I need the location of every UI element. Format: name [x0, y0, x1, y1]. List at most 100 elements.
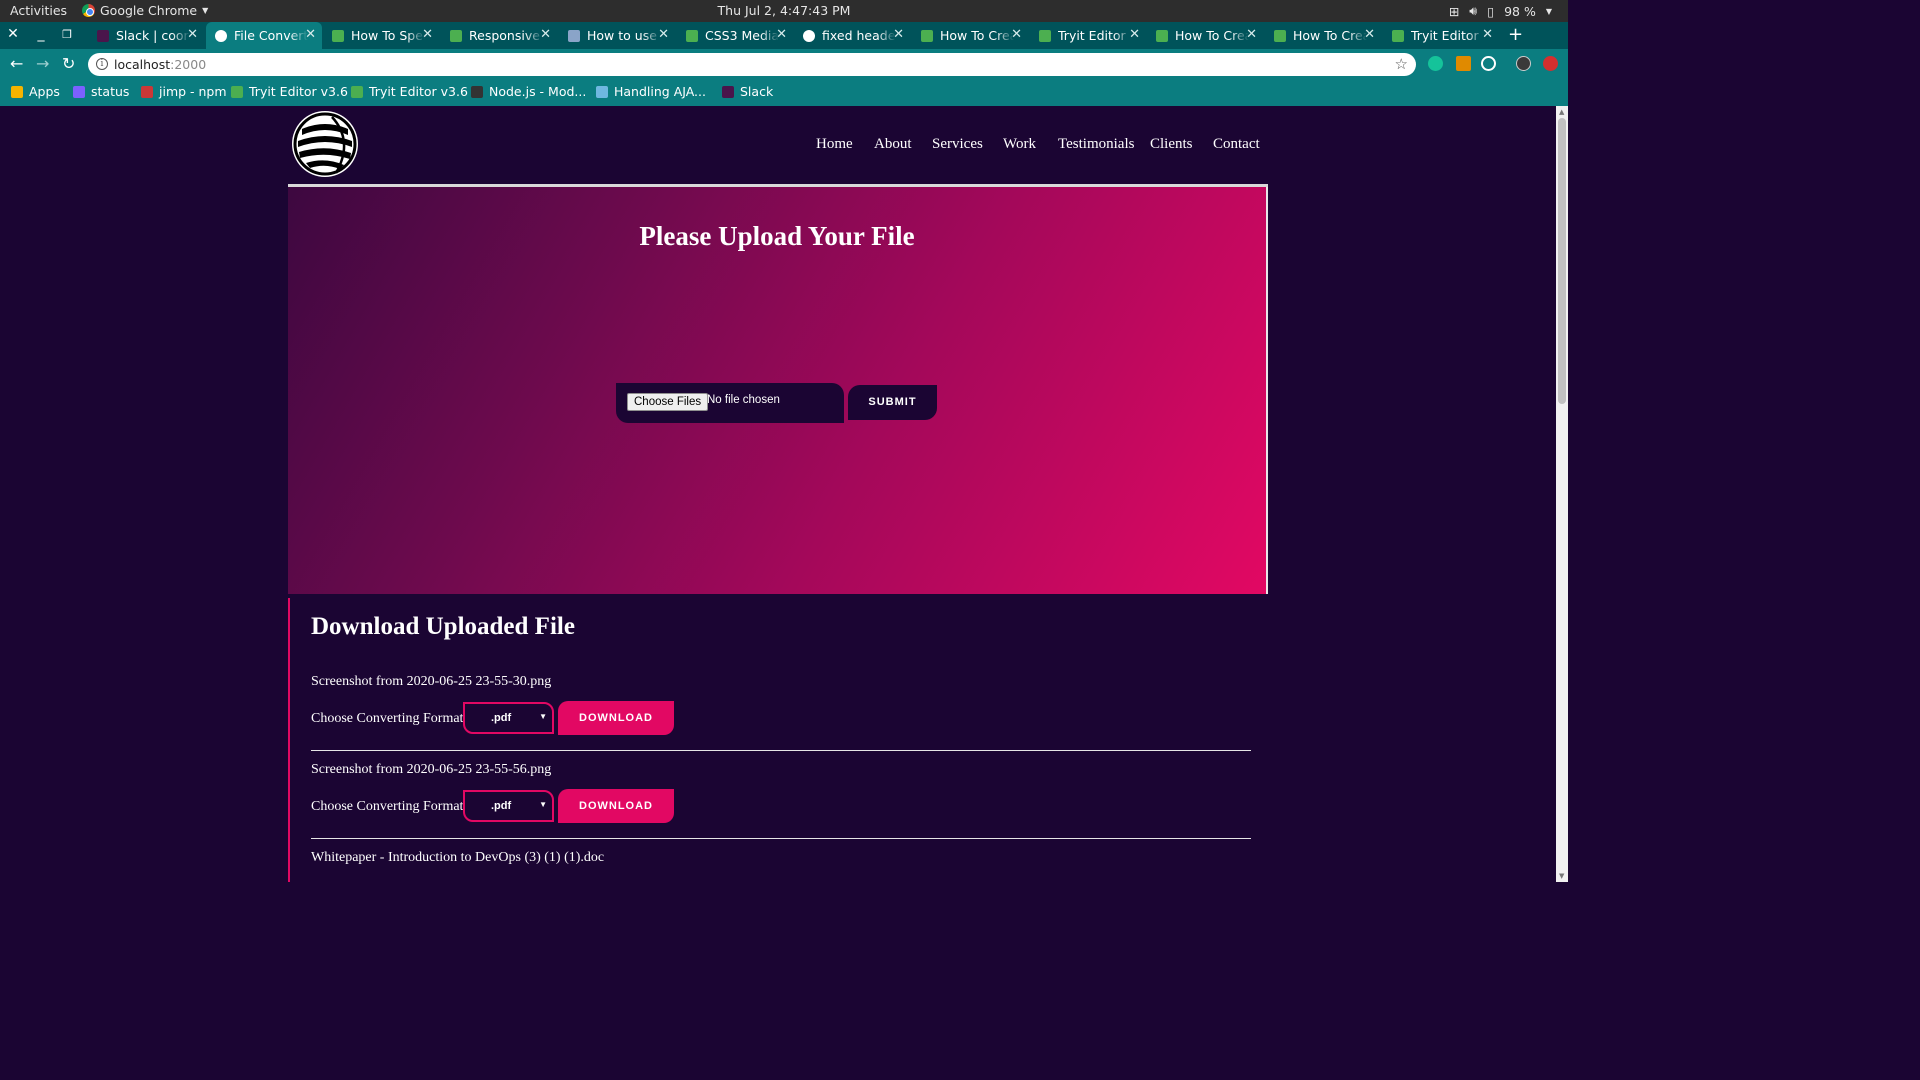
scroll-down-icon[interactable]: ▼ — [1559, 872, 1564, 880]
browser-tab[interactable]: Slack | coord ✕ — [88, 22, 204, 49]
browser-tab[interactable]: Tryit Editor ✕ — [1030, 22, 1146, 49]
new-tab-button[interactable]: + — [1508, 24, 1523, 45]
close-window-icon[interactable]: ✕ — [4, 26, 22, 42]
tab-title: How to use — [587, 28, 657, 43]
battery-level: 98 % — [1504, 3, 1536, 19]
file-input[interactable]: Choose Files No file chosen — [616, 383, 844, 423]
tab-title: Tryit Editor — [1058, 28, 1126, 43]
close-tab-icon[interactable]: ✕ — [1482, 27, 1493, 42]
w3schools-icon — [1274, 29, 1286, 42]
tab-strip: ✕ _ ❐ Slack | coord✕File Converter✕How T… — [0, 22, 1568, 49]
w3schools-icon — [1156, 29, 1168, 42]
bookmark-item[interactable]: Tryit Editor v3.6 — [231, 84, 348, 99]
extension-red-icon[interactable] — [1543, 56, 1558, 71]
activities-button[interactable]: Activities — [10, 3, 67, 18]
reload-icon[interactable]: ↻ — [62, 54, 75, 73]
system-tray[interactable]: ⊞ 🔊︎ ▯ 98 % ▼ — [1449, 3, 1552, 19]
scroll-up-icon[interactable]: ▲ — [1559, 108, 1564, 116]
close-tab-icon[interactable]: ✕ — [776, 27, 787, 42]
download-button[interactable]: DOWNLOAD — [558, 701, 674, 735]
bookmark-label: jimp - npm — [159, 84, 227, 99]
restore-window-icon[interactable]: ❐ — [58, 28, 76, 41]
chevron-down-icon: ▼ — [1545, 6, 1552, 16]
tab-title: Tryit Editor — [1411, 28, 1479, 43]
clock[interactable]: Thu Jul 2, 4:47:43 PM — [0, 3, 1568, 18]
format-select-value: .pdf — [491, 712, 512, 724]
bookmark-item[interactable]: Node.js - Mod... — [471, 84, 586, 99]
profile-avatar[interactable] — [1516, 56, 1531, 71]
bookmark-item[interactable]: Handling AJA... — [596, 84, 706, 99]
browser-tab[interactable]: How To Create✕ — [1147, 22, 1263, 49]
nav-work[interactable]: Work — [1003, 136, 1036, 153]
slack-icon — [97, 29, 109, 42]
bookmark-item[interactable]: Apps — [11, 84, 60, 99]
browser-tab[interactable]: How to use ✕ — [559, 22, 675, 49]
w3schools-icon — [921, 29, 933, 42]
bookmarks-bar: Apps status jimp - npm Tryit Editor v3.6 Try… — [0, 79, 1568, 106]
nav-about[interactable]: About — [874, 136, 912, 153]
site-logo[interactable] — [292, 111, 358, 177]
dropdown-arrow-icon: ▼ — [539, 712, 547, 721]
w3schools-icon — [450, 29, 462, 42]
nav-home[interactable]: Home — [816, 136, 853, 153]
honey-extension-icon[interactable] — [1456, 56, 1471, 71]
close-tab-icon[interactable]: ✕ — [187, 27, 198, 42]
choose-files-button[interactable]: Choose Files — [627, 393, 709, 411]
browser-tab[interactable]: How To Create✕ — [1265, 22, 1381, 49]
close-tab-icon[interactable]: ✕ — [1246, 27, 1257, 42]
close-tab-icon[interactable]: ✕ — [1129, 27, 1140, 42]
close-tab-icon[interactable]: ✕ — [1364, 27, 1375, 42]
close-tab-icon[interactable]: ✕ — [1011, 27, 1022, 42]
close-tab-icon[interactable]: ✕ — [540, 27, 551, 42]
w3schools-icon — [1392, 29, 1404, 42]
w3schools-icon — [351, 85, 363, 98]
address-bar[interactable]: i localhost:2000 ☆ — [88, 53, 1416, 76]
download-title: Download Uploaded File — [311, 613, 575, 640]
info-icon[interactable]: i — [96, 58, 108, 70]
scrollbar-thumb[interactable] — [1558, 118, 1566, 404]
close-tab-icon[interactable]: ✕ — [422, 27, 433, 42]
file-divider — [311, 750, 1251, 751]
bookmark-label: Node.js - Mod... — [489, 84, 587, 99]
file-name: Whitepaper - Introduction to DevOps (3) … — [311, 850, 605, 865]
bookmark-star-icon[interactable]: ☆ — [1395, 55, 1408, 73]
close-tab-icon[interactable]: ✕ — [305, 27, 316, 42]
grammarly-icon[interactable] — [1428, 56, 1443, 71]
back-arrow-icon[interactable]: ← — [10, 54, 23, 73]
file-status-text: No file chosen — [707, 394, 780, 406]
nav-clients[interactable]: Clients — [1150, 136, 1193, 153]
nav-contact[interactable]: Contact — [1213, 136, 1260, 153]
download-button[interactable]: DOWNLOAD — [558, 789, 674, 823]
browser-tab[interactable]: fixed header ✕ — [794, 22, 910, 49]
forward-arrow-icon[interactable]: → — [36, 54, 49, 73]
format-select[interactable]: .pdf ▼ — [463, 790, 554, 822]
close-tab-icon[interactable]: ✕ — [893, 27, 904, 42]
nav-services[interactable]: Services — [932, 136, 983, 153]
browser-tab[interactable]: CSS3 Media ✕ — [677, 22, 793, 49]
minimize-window-icon[interactable]: _ — [32, 26, 50, 42]
bookmark-label: Apps — [29, 84, 60, 99]
google-icon — [803, 29, 815, 42]
list-icon — [73, 85, 85, 98]
bookmark-item[interactable]: jimp - npm — [141, 84, 227, 99]
format-select[interactable]: .pdf ▼ — [463, 702, 554, 734]
browser-tab[interactable]: How To Create✕ — [912, 22, 1028, 49]
browser-tab[interactable]: File Converter✕ — [206, 22, 322, 49]
bookmark-label: Tryit Editor v3.6 — [369, 84, 468, 99]
tab-title: CSS3 Media — [705, 28, 779, 43]
app-menu[interactable]: Google Chrome ▼ — [82, 3, 208, 18]
nav-testimonials[interactable]: Testimonials — [1058, 136, 1134, 153]
tab-title: How To Create — [940, 28, 1014, 43]
browser-tab[interactable]: How To Speed✕ — [323, 22, 439, 49]
bookmark-item[interactable]: status — [73, 84, 129, 99]
close-tab-icon[interactable]: ✕ — [658, 27, 669, 42]
page-scrollbar[interactable]: ▲ ▼ — [1556, 106, 1568, 882]
file-name: Screenshot from 2020-06-25 23-55-56.png — [311, 762, 552, 777]
bookmark-item[interactable]: Tryit Editor v3.6 — [351, 84, 468, 99]
browser-tab[interactable]: Tryit Editor ✕ — [1383, 22, 1499, 49]
upload-section: Please Upload Your File Choose Files No … — [288, 187, 1268, 594]
submit-button[interactable]: SUBMIT — [848, 385, 937, 420]
bookmark-item[interactable]: Slack — [722, 84, 773, 99]
browser-tab[interactable]: Responsive ✕ — [441, 22, 557, 49]
react-devtools-icon[interactable] — [1481, 56, 1496, 71]
